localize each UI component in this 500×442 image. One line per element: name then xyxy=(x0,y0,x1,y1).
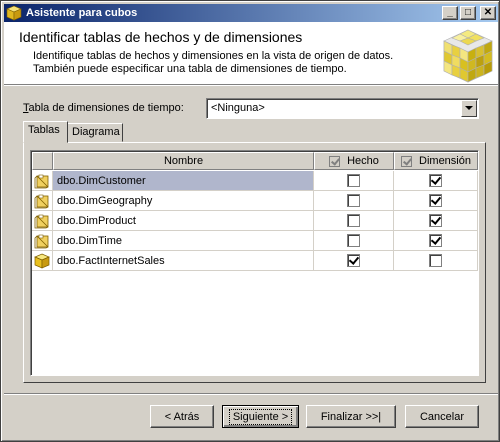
fact-cell xyxy=(314,171,394,191)
cancel-button[interactable]: Cancelar xyxy=(405,405,479,428)
tab-tablas[interactable]: Tablas xyxy=(23,121,68,143)
fact-checkbox[interactable] xyxy=(347,194,360,207)
dimension-cell xyxy=(394,191,478,211)
table-name-cell[interactable]: dbo.DimTime xyxy=(53,231,314,251)
next-button[interactable]: Siguiente > xyxy=(222,405,299,428)
table-name: dbo.DimProduct xyxy=(57,214,136,227)
time-dimension-select[interactable]: <Ninguna> xyxy=(206,98,479,119)
column-header-fact[interactable]: Hecho xyxy=(314,152,394,170)
dimension-select-all-checkbox[interactable] xyxy=(401,155,413,167)
close-icon: ✕ xyxy=(483,7,493,18)
dimension-table-icon xyxy=(32,191,53,211)
column-header-dimension-label: Dimensión xyxy=(419,155,471,167)
fact-checkbox[interactable] xyxy=(347,174,360,187)
cube-app-icon xyxy=(6,5,22,21)
dimension-table-icon xyxy=(32,171,53,191)
grid-header: Nombre Hecho Dimensión xyxy=(32,152,478,170)
dimension-table-icon xyxy=(32,211,53,231)
page-title: Identificar tablas de hechos y de dimens… xyxy=(19,29,303,45)
finish-button-label: Finalizar >>| xyxy=(320,410,382,423)
table-name: dbo.DimGeography xyxy=(57,194,153,207)
fact-checkbox[interactable] xyxy=(347,234,360,247)
column-header-name-label: Nombre xyxy=(163,155,204,167)
dimension-table-icon xyxy=(32,231,53,251)
close-button[interactable]: ✕ xyxy=(480,6,496,20)
table-name: dbo.FactInternetSales xyxy=(57,254,165,267)
tab-diagrama[interactable]: Diagrama xyxy=(67,123,123,142)
window-title: Asistente para cubos xyxy=(26,7,138,19)
fact-checkbox[interactable] xyxy=(347,254,360,267)
footer-separator xyxy=(4,393,498,395)
minimize-icon: _ xyxy=(447,7,453,18)
maximize-icon: □ xyxy=(464,7,472,18)
table-name-cell[interactable]: dbo.DimCustomer xyxy=(53,171,314,191)
dimension-checkbox[interactable] xyxy=(429,194,442,207)
dimension-checkbox[interactable] xyxy=(429,174,442,187)
table-name: dbo.DimCustomer xyxy=(57,174,146,187)
table-row[interactable]: dbo.DimGeography xyxy=(32,191,478,211)
dropdown-arrow-button[interactable] xyxy=(461,100,477,117)
dimension-cell xyxy=(394,231,478,251)
dimension-cell xyxy=(394,211,478,231)
fact-table-icon xyxy=(32,251,53,271)
dimension-checkbox[interactable] xyxy=(429,214,442,227)
cube-icon xyxy=(443,29,493,83)
time-dimension-value: <Ninguna> xyxy=(211,102,265,114)
fact-checkbox[interactable] xyxy=(347,214,360,227)
tab-diagrama-label: Diagrama xyxy=(72,126,120,138)
back-button-label: < Atrás xyxy=(164,410,200,423)
back-button[interactable]: < Atrás xyxy=(150,405,214,428)
dimension-cell xyxy=(394,171,478,191)
fact-select-all-checkbox[interactable] xyxy=(329,155,341,167)
time-dimension-label-text: abla de dimensiones de tiempo: xyxy=(28,102,184,114)
table-name: dbo.DimTime xyxy=(57,234,122,247)
fact-cell xyxy=(314,251,394,271)
table-name-cell[interactable]: dbo.FactInternetSales xyxy=(53,251,314,271)
table-row[interactable]: dbo.DimProduct xyxy=(32,211,478,231)
cube-wizard-window: Asistente para cubos _ □ ✕ Identificar t… xyxy=(0,0,500,442)
chevron-down-icon xyxy=(465,106,473,110)
table-row[interactable]: dbo.DimTime xyxy=(32,231,478,251)
tables-grid[interactable]: Nombre Hecho Dimensión dbo.DimCustomer db… xyxy=(30,150,479,376)
cancel-button-label: Cancelar xyxy=(419,410,465,423)
time-dimension-label: Tabla de dimensiones de tiempo: xyxy=(23,102,184,114)
row-header-corner xyxy=(32,152,53,170)
finish-button[interactable]: Finalizar >>| xyxy=(306,405,396,428)
page-description-line-2: También puede especificar una tabla de d… xyxy=(33,63,347,75)
page-description-line-1: Identifique tablas de hechos y dimension… xyxy=(33,50,394,62)
column-header-dimension[interactable]: Dimensión xyxy=(394,152,478,170)
next-button-label: Siguiente > xyxy=(228,408,293,425)
table-name-cell[interactable]: dbo.DimProduct xyxy=(53,211,314,231)
tab-tablas-label: Tablas xyxy=(28,124,60,136)
dimension-checkbox[interactable] xyxy=(429,254,442,267)
column-header-fact-label: Hecho xyxy=(347,155,379,167)
title-bar[interactable]: Asistente para cubos _ □ ✕ xyxy=(4,4,498,22)
dimension-cell xyxy=(394,251,478,271)
table-name-cell[interactable]: dbo.DimGeography xyxy=(53,191,314,211)
table-row[interactable]: dbo.DimCustomer xyxy=(32,171,478,191)
maximize-button[interactable]: □ xyxy=(460,6,476,20)
wizard-header: Identificar tablas de hechos y de dimens… xyxy=(4,22,498,85)
minimize-button[interactable]: _ xyxy=(442,6,458,20)
fact-cell xyxy=(314,211,394,231)
fact-cell xyxy=(314,191,394,211)
dimension-checkbox[interactable] xyxy=(429,234,442,247)
table-row[interactable]: dbo.FactInternetSales xyxy=(32,251,478,271)
column-header-name[interactable]: Nombre xyxy=(53,152,314,170)
header-separator xyxy=(4,85,498,86)
fact-cell xyxy=(314,231,394,251)
